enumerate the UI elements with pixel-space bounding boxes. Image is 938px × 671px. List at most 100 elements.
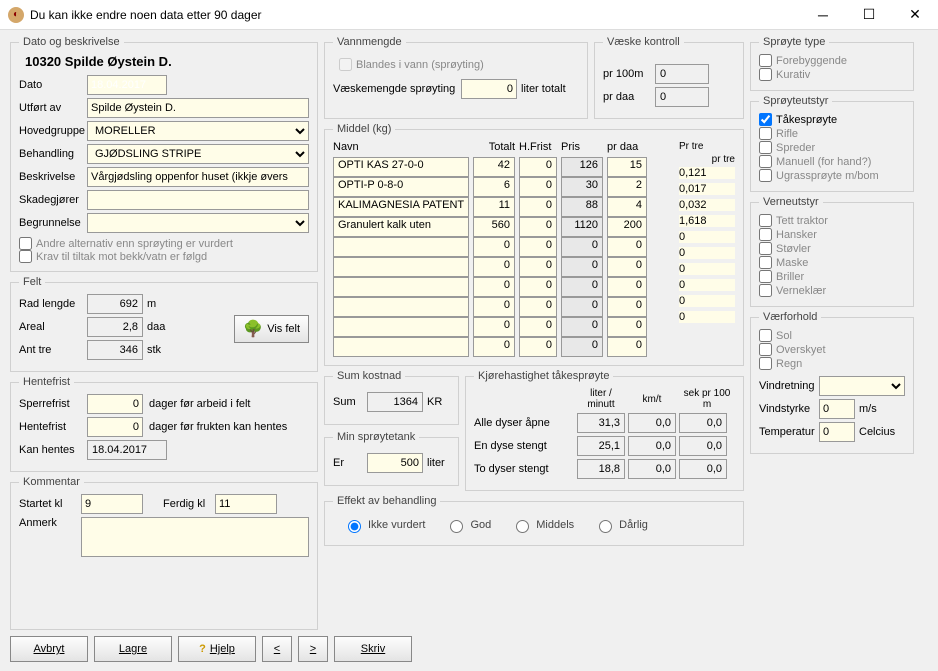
middel-prdaa[interactable]: 0	[607, 257, 647, 277]
lagre-button[interactable]: Lagre	[94, 636, 172, 662]
middel-row: KALIMAGNESIA PATENT 11 0 88 4	[333, 197, 671, 217]
sperrefrist-input[interactable]	[87, 394, 143, 414]
tetttraktor-checkbox[interactable]	[759, 214, 772, 227]
col-pris: Pris	[561, 141, 603, 153]
dato-input[interactable]	[87, 75, 167, 95]
forebyggende-checkbox[interactable]	[759, 54, 772, 67]
middel-hfrist[interactable]: 0	[519, 317, 557, 337]
anmerk-textarea[interactable]	[81, 517, 309, 557]
header-name: 10320 Spilde Øystein D.	[19, 54, 309, 69]
avbryt-button[interactable]: Avbryt	[10, 636, 88, 662]
ugrassproyte-checkbox[interactable]	[759, 169, 772, 182]
radlengde-label: Rad lengde	[19, 298, 87, 310]
middel-totalt[interactable]: 0	[473, 257, 515, 277]
middel-totalt[interactable]: 0	[473, 277, 515, 297]
hansker-checkbox[interactable]	[759, 228, 772, 241]
briller-checkbox[interactable]	[759, 270, 772, 283]
behandling-select[interactable]: GJØDSLING STRIPE	[87, 144, 309, 164]
middel-hfrist[interactable]: 0	[519, 297, 557, 317]
verneklaer-checkbox[interactable]	[759, 284, 772, 297]
stovler-checkbox[interactable]	[759, 242, 772, 255]
takesproyte-checkbox[interactable]	[759, 113, 772, 126]
effekt-ikke-radio[interactable]: Ikke vurdert	[343, 517, 425, 533]
middel-prdaa[interactable]: 4	[607, 197, 647, 217]
spreder-checkbox[interactable]	[759, 141, 772, 154]
overskyet-checkbox[interactable]	[759, 343, 772, 356]
middel-navn[interactable]	[333, 277, 469, 297]
middel-prdaa[interactable]: 0	[607, 297, 647, 317]
middel-prdaa[interactable]: 200	[607, 217, 647, 237]
beskrivelse-label: Beskrivelse	[19, 171, 87, 183]
temperatur-input[interactable]	[819, 422, 855, 442]
middel-totalt[interactable]: 6	[473, 177, 515, 197]
visfelt-button[interactable]: 🌳Vis felt	[234, 315, 309, 343]
middel-navn[interactable]	[333, 257, 469, 277]
middel-navn[interactable]	[333, 337, 469, 357]
vindstyrke-input[interactable]	[819, 399, 855, 419]
middel-hfrist[interactable]: 0	[519, 157, 557, 177]
beskrivelse-input[interactable]	[87, 167, 309, 187]
rifle-checkbox[interactable]	[759, 127, 772, 140]
hentefrist-input[interactable]	[87, 417, 143, 437]
middel-totalt[interactable]: 0	[473, 317, 515, 337]
middel-prdaa[interactable]: 2	[607, 177, 647, 197]
middel-navn[interactable]: OPTI-P 0-8-0	[333, 177, 469, 197]
middel-hfrist[interactable]: 0	[519, 197, 557, 217]
middel-hfrist[interactable]: 0	[519, 217, 557, 237]
ferdig-input[interactable]	[215, 494, 277, 514]
manuell-checkbox[interactable]	[759, 155, 772, 168]
middel-hfrist[interactable]: 0	[519, 277, 557, 297]
kurativ-checkbox[interactable]	[759, 68, 772, 81]
maske-checkbox[interactable]	[759, 256, 772, 269]
middel-totalt[interactable]: 0	[473, 237, 515, 257]
next-button[interactable]: >	[298, 636, 328, 662]
middel-totalt[interactable]: 0	[473, 337, 515, 357]
middel-navn[interactable]	[333, 317, 469, 337]
alternativ-checkbox[interactable]	[19, 237, 32, 250]
startet-input[interactable]	[81, 494, 143, 514]
middel-totalt[interactable]: 0	[473, 297, 515, 317]
middel-navn[interactable]: KALIMAGNESIA PATENT	[333, 197, 469, 217]
middel-prdaa[interactable]: 0	[607, 237, 647, 257]
middel-navn[interactable]	[333, 297, 469, 317]
middel-hfrist[interactable]: 0	[519, 257, 557, 277]
middel-hfrist[interactable]: 0	[519, 177, 557, 197]
prev-button[interactable]: <	[262, 636, 292, 662]
middel-prtre: 0	[679, 263, 735, 275]
vaeskemengde-input[interactable]	[461, 79, 517, 99]
effekt-middels-radio[interactable]: Middels	[511, 517, 574, 533]
middel-prdaa[interactable]: 0	[607, 337, 647, 357]
middel-navn[interactable]: Granulert kalk uten	[333, 217, 469, 237]
middel-prdaa[interactable]: 15	[607, 157, 647, 177]
er-input[interactable]	[367, 453, 423, 473]
middel-row: OPTI KAS 27-0-0 42 0 126 15	[333, 157, 671, 177]
hovedgruppe-select[interactable]: MORELLER	[87, 121, 309, 141]
sol-checkbox[interactable]	[759, 329, 772, 342]
close-button[interactable]: ✕	[892, 0, 938, 30]
utfort-input[interactable]	[87, 98, 309, 118]
alledyser-c	[679, 413, 727, 433]
middel-totalt[interactable]: 560	[473, 217, 515, 237]
dato-beskrivelse-group: Dato og beskrivelse 10320 Spilde Øystein…	[10, 36, 318, 272]
middel-totalt[interactable]: 11	[473, 197, 515, 217]
maximize-button[interactable]: ☐	[846, 0, 892, 30]
sumkostnad-legend: Sum kostnad	[333, 370, 405, 382]
hjelp-button[interactable]: ?Hjelp	[178, 636, 256, 662]
middel-hfrist[interactable]: 0	[519, 337, 557, 357]
middel-hfrist[interactable]: 0	[519, 237, 557, 257]
middel-prdaa[interactable]: 0	[607, 317, 647, 337]
minimize-button[interactable]: ─	[800, 0, 846, 30]
effekt-group: Effekt av behandling Ikke vurdert God Mi…	[324, 495, 744, 546]
middel-navn[interactable]: OPTI KAS 27-0-0	[333, 157, 469, 177]
regn-checkbox[interactable]	[759, 357, 772, 370]
middel-totalt[interactable]: 42	[473, 157, 515, 177]
middel-prdaa[interactable]: 0	[607, 277, 647, 297]
effekt-god-radio[interactable]: God	[445, 517, 491, 533]
effekt-darlig-radio[interactable]: Dårlig	[594, 517, 648, 533]
skadegjorer-input[interactable]	[87, 190, 309, 210]
skriv-button[interactable]: Skriv	[334, 636, 412, 662]
vindretning-select[interactable]	[819, 376, 905, 396]
krav-checkbox[interactable]	[19, 250, 32, 263]
begrunnelse-select[interactable]	[87, 213, 309, 233]
middel-navn[interactable]	[333, 237, 469, 257]
